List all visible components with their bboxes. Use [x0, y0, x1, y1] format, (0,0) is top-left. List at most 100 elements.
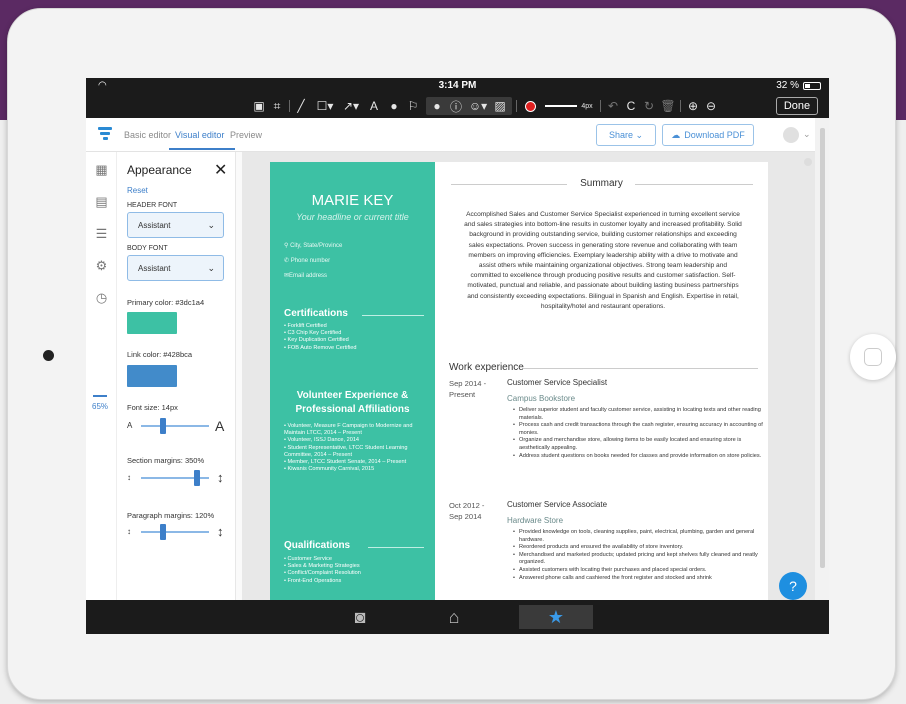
color-icon[interactable] — [523, 97, 537, 115]
avatar[interactable] — [783, 127, 799, 143]
resume-sidebar[interactable]: MARIE KEY Your headline or current title… — [270, 162, 435, 600]
chevron-down-icon[interactable]: ⌄ — [803, 129, 811, 140]
slider-knob[interactable] — [193, 470, 200, 486]
contact-phone[interactable]: ✆ Phone number — [284, 257, 330, 264]
job-1-date-start: Sep 2014 - — [449, 379, 487, 388]
app-logo-icon[interactable] — [98, 127, 112, 141]
work-experience-heading[interactable]: Work experience — [449, 362, 524, 373]
clock-icon[interactable]: ◷ — [94, 290, 109, 305]
paragraph-margins-slider[interactable]: ↕ ↕ — [127, 524, 227, 540]
slider-knob[interactable] — [159, 524, 166, 540]
job-1-bullets[interactable]: Deliver superior student and faculty cus… — [513, 407, 763, 460]
select-icon[interactable]: ▣ — [252, 97, 266, 115]
summary-text[interactable]: Accomplished Sales and Customer Service … — [463, 210, 743, 312]
list-item: Key Duplication Certified — [284, 337, 429, 344]
tab-visual-editor[interactable]: Visual editor — [175, 130, 224, 140]
arrow-icon[interactable]: ↗▾ — [340, 97, 362, 115]
template-icon[interactable]: ▤ — [94, 194, 109, 209]
page-scrollbar[interactable] — [815, 118, 829, 600]
rotate-icon[interactable]: ↻ — [642, 97, 656, 115]
link-color-swatch[interactable] — [127, 365, 177, 387]
comment-icon[interactable]: ● — [430, 97, 444, 115]
header-font-value: Assistant — [138, 220, 171, 230]
status-bar: ◠ 3:14 PM 32 % — [86, 78, 829, 94]
highlight-icon[interactable]: ⚐ — [406, 97, 420, 115]
slider-track — [141, 531, 209, 533]
big-a-icon: A — [215, 418, 225, 434]
job-2-title[interactable]: Customer Service Associate — [507, 500, 607, 509]
heading-rule — [362, 315, 424, 316]
close-icon[interactable]: ✕ — [214, 160, 227, 180]
big-arrows-icon: ↕ — [217, 524, 224, 539]
contact-city-text: City, State/Province — [290, 243, 343, 249]
done-button[interactable]: Done — [776, 97, 818, 115]
star-icon[interactable]: ★ — [519, 605, 593, 629]
pen-icon[interactable]: ╱ — [294, 97, 308, 115]
redo-icon[interactable]: C — [624, 97, 638, 115]
help-button[interactable]: ? — [779, 572, 807, 600]
contact-city[interactable]: ⚲ City, State/Province — [284, 242, 342, 249]
status-time: 3:14 PM — [438, 80, 477, 91]
contact-email[interactable]: ✉Email address — [284, 272, 327, 279]
list-item: Student Representative, LTCC Student Lea… — [284, 445, 429, 459]
volunteer-heading-1[interactable]: Volunteer Experience & — [270, 390, 435, 401]
font-size-label: Font size: 14px — [127, 403, 178, 412]
reset-link[interactable]: Reset — [127, 186, 148, 195]
certifications-heading[interactable]: Certifications — [284, 308, 348, 319]
volunteer-list[interactable]: Volunteer, Measure F Campaign to Moderni… — [284, 423, 429, 473]
scrollbar-thumb[interactable] — [820, 128, 825, 568]
slider-knob[interactable] — [159, 418, 166, 434]
body-font-select[interactable]: Assistant ⌄ — [127, 255, 224, 281]
job-2-bullets[interactable]: Provided knowledge on tools, cleaning su… — [513, 529, 763, 582]
volunteer-heading-2[interactable]: Professional Affiliations — [270, 404, 435, 415]
list-item: Kiwanis Community Carnival, 2015 — [284, 466, 429, 473]
icon-rail: ▦ ▤ ☰ ⚙ ◷ 65% — [86, 152, 117, 600]
resume-headline[interactable]: Your headline or current title — [270, 212, 435, 222]
screen: ◠ 3:14 PM 32 % ▣ ⌗ ╱ ☐▾ ↗▾ A ● ⚐ ● ⓘ ☺▾ … — [86, 78, 829, 634]
camera-icon[interactable]: ◙ — [348, 605, 372, 629]
list-item: Process cash and credit transactions thr… — [513, 422, 763, 437]
undo-icon[interactable]: ↶ — [606, 97, 620, 115]
collapse-icon[interactable] — [804, 158, 812, 166]
text-icon[interactable]: A — [367, 97, 381, 115]
primary-color-swatch[interactable] — [127, 312, 177, 334]
trash-icon[interactable]: 🗑 — [660, 97, 675, 115]
emoji-icon[interactable]: ☺▾ — [468, 97, 488, 115]
job-1-date[interactable]: Sep 2014 - Present — [449, 378, 486, 400]
gear-icon[interactable]: ⚙ — [94, 258, 109, 273]
job-1-title[interactable]: Customer Service Specialist — [507, 378, 607, 387]
rect-icon[interactable]: ☐▾ — [314, 97, 336, 115]
info-icon[interactable]: ⓘ — [449, 97, 463, 115]
download-pdf-button[interactable]: ☁ Download PDF — [662, 124, 754, 146]
document-icon[interactable]: ☰ — [94, 226, 109, 241]
heading-rule — [368, 547, 424, 548]
qualifications-heading[interactable]: Qualifications — [284, 540, 350, 551]
layout-icon[interactable]: ▦ — [94, 162, 109, 177]
tab-basic-editor[interactable]: Basic editor — [124, 130, 171, 140]
home-icon[interactable]: ⌂ — [442, 605, 466, 629]
section-margins-slider[interactable]: ↕ ↕ — [127, 470, 227, 486]
header-font-select[interactable]: Assistant ⌄ — [127, 212, 224, 238]
zoom-in-icon[interactable]: ⊕ — [686, 97, 700, 115]
job-1-company[interactable]: Campus Bookstore — [507, 394, 575, 403]
home-button[interactable] — [850, 334, 896, 380]
share-button[interactable]: Share ⌄ — [596, 124, 656, 146]
toolbar-divider — [680, 100, 681, 112]
zoom-level[interactable]: 65% — [92, 402, 108, 411]
job-2-company[interactable]: Hardware Store — [507, 516, 563, 525]
font-size-slider[interactable]: A A — [127, 418, 227, 434]
tab-preview[interactable]: Preview — [230, 130, 262, 140]
toolbar-divider — [516, 100, 517, 112]
section-margins-label: Section margins: 350% — [127, 456, 205, 465]
qualifications-list[interactable]: Customer Service Sales & Marketing Strat… — [284, 556, 429, 585]
job-2-date[interactable]: Oct 2012 - Sep 2014 — [449, 500, 484, 522]
image-icon[interactable]: ▨ — [493, 97, 507, 115]
home-button-icon — [864, 348, 882, 366]
fill-icon[interactable]: ● — [387, 97, 401, 115]
zoom-out-icon[interactable]: ⊖ — [704, 97, 718, 115]
resume-name[interactable]: MARIE KEY — [270, 192, 435, 209]
certifications-list[interactable]: Forklift Certified C3 Chip Key Certified… — [284, 323, 429, 352]
stroke-icon[interactable]: 4px — [543, 97, 595, 115]
stroke-line — [545, 105, 578, 107]
crop-icon[interactable]: ⌗ — [270, 97, 284, 115]
